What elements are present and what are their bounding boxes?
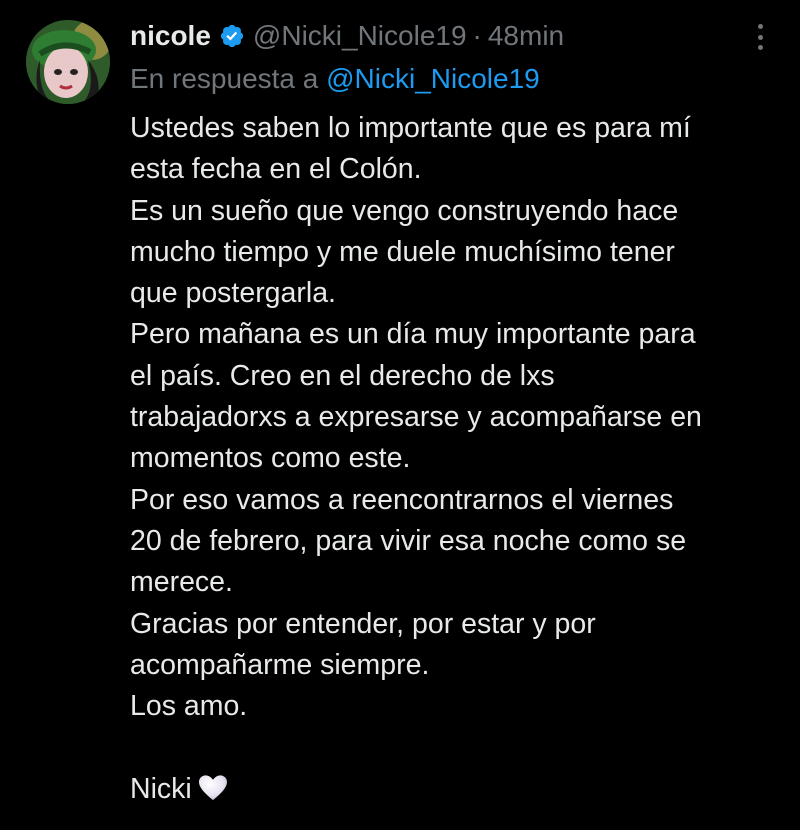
tweet-text-line: acompañarme siempre.	[130, 648, 430, 681]
tweet-text-line: merece.	[130, 566, 233, 599]
white-heart-icon	[198, 775, 227, 800]
tweet-text-line: Gracias por entender, por estar y por	[130, 607, 596, 640]
separator-dot: ·	[472, 20, 482, 51]
tweet-text-line: trabajadorxs a expresarse y acompañarse …	[130, 401, 702, 434]
display-name[interactable]: nicole	[130, 16, 211, 56]
avatar-image	[26, 20, 110, 104]
timestamp[interactable]: 48min	[488, 16, 564, 56]
tweet-text: Ustedes saben lo importante que es para …	[130, 108, 790, 810]
more-dot	[757, 34, 763, 40]
tweet-text-line: momentos como este.	[130, 442, 411, 475]
more-dot	[757, 45, 763, 50]
tweet-text-line: 20 de febrero, para vivir esa noche como…	[130, 524, 687, 557]
tweet-text-line: Ustedes saben lo importante que es para …	[130, 112, 691, 144]
tweet-text-line: que postergarla.	[130, 277, 336, 310]
reply-prefix: En respuesta a	[130, 63, 327, 94]
user-handle[interactable]: @Nicki_Nicole19	[253, 16, 467, 56]
tweet-text-line: Los amo.	[130, 690, 248, 723]
reply-context: En respuesta a @Nicki_Nicole19	[130, 59, 540, 99]
tweet-text-line-blank	[130, 727, 790, 768]
avatar[interactable]	[26, 20, 110, 104]
tweet-signature-line: Nicki	[130, 769, 790, 810]
tweet-text-line: mucho tiempo y me duele muchísimo tener	[130, 235, 675, 268]
tweet: nicole @Nicki_Nicole19 · 48min En respue…	[0, 0, 800, 830]
more-options-icon[interactable]	[748, 22, 772, 52]
signature-text: Nicki	[130, 772, 192, 805]
more-dot	[757, 24, 763, 29]
tweet-text-line: Es un sueño que vengo construyendo hace	[130, 194, 679, 227]
tweet-text-line: el país. Creo en el derecho de lxs	[130, 359, 555, 392]
verified-badge-icon	[220, 24, 244, 48]
tweet-header: nicole @Nicki_Nicole19 · 48min	[130, 16, 564, 56]
tweet-text-line: Pero mañana es un día muy importante par…	[130, 318, 696, 351]
tweet-text-line: esta fecha en el Colón.	[130, 153, 422, 186]
tweet-text-line: Por eso vamos a reencontrarnos el vierne…	[130, 483, 674, 516]
reply-handle-link[interactable]: @Nicki_Nicole19	[326, 63, 540, 94]
